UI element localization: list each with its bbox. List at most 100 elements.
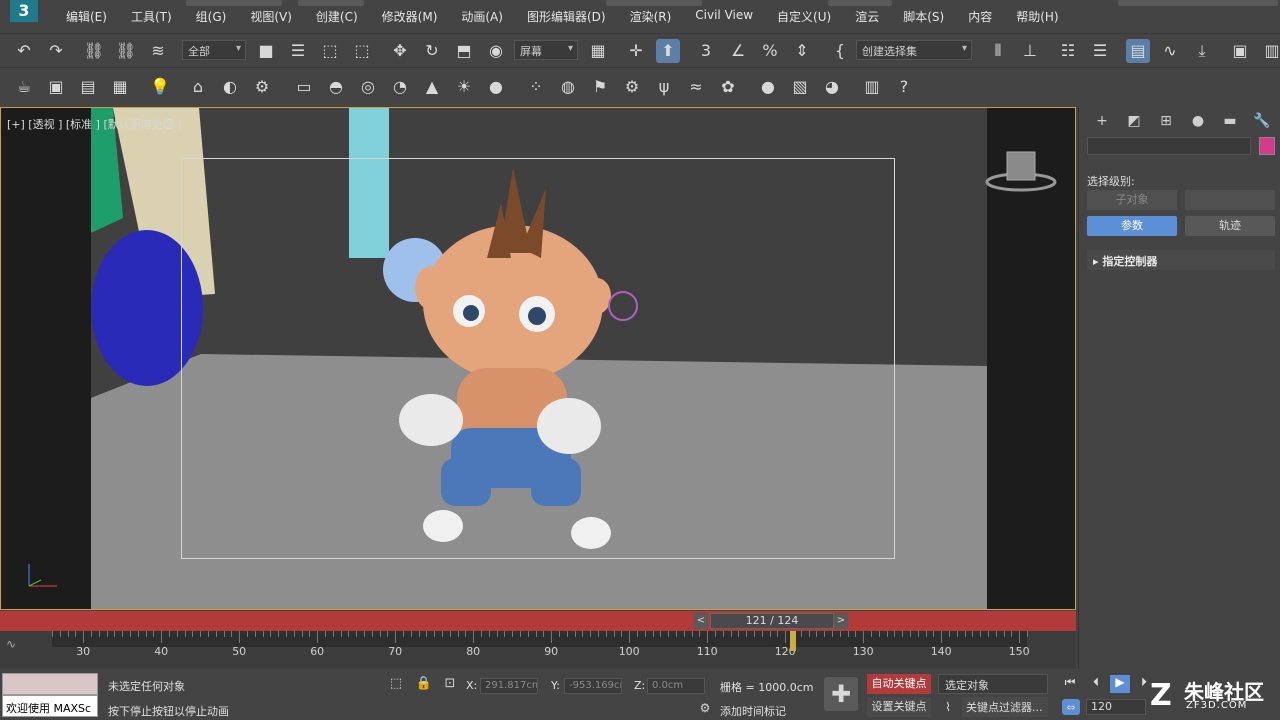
render-frame-icon[interactable]: ▣ bbox=[44, 75, 68, 99]
y-coordinate-field[interactable]: -953.169cm bbox=[564, 678, 622, 694]
object-name-field[interactable] bbox=[1087, 137, 1251, 155]
move-icon[interactable]: ✥ bbox=[388, 39, 412, 63]
menu-item[interactable]: 编辑(E) bbox=[54, 8, 119, 25]
teapot-icon[interactable]: ☕ bbox=[12, 75, 36, 99]
track-bar[interactable]: ∿ 30 40 50 60 70 80 90 100 110 120 130 140 150 bbox=[0, 631, 1076, 669]
menu-item[interactable]: 渲染(R) bbox=[618, 8, 684, 25]
mini-curve-editor-icon[interactable]: ∿ bbox=[6, 637, 32, 659]
select-object-icon[interactable]: ■ bbox=[254, 39, 278, 63]
viewport-label[interactable]: [+] [透视 ] [标准 ] [默认明暗处理 ] bbox=[7, 116, 182, 132]
absolute-mode-icon[interactable]: ⊡ bbox=[440, 673, 460, 693]
align-icon[interactable]: ⊥ bbox=[1018, 39, 1042, 63]
angle-snap-icon[interactable]: ∠ bbox=[726, 39, 750, 63]
render-setup-icon[interactable]: ▥ bbox=[1260, 39, 1280, 63]
camera-icon[interactable]: ⌂ bbox=[186, 75, 210, 99]
sphere-blue-icon[interactable]: ◕ bbox=[820, 75, 844, 99]
assign-controller-rollout[interactable]: ▸ 指定控制器 bbox=[1087, 250, 1275, 270]
current-frame-marker[interactable] bbox=[790, 631, 796, 651]
maxscript-listener[interactable] bbox=[2, 673, 98, 695]
material-slot-icon[interactable]: ▧ bbox=[788, 75, 812, 99]
menu-item[interactable]: 工具(T) bbox=[119, 8, 184, 25]
mirror-icon[interactable]: ⫴ bbox=[986, 39, 1010, 63]
light-icon[interactable]: 💡 bbox=[148, 75, 172, 99]
menu-item[interactable]: 组(G) bbox=[184, 8, 239, 25]
prev-frame-button[interactable]: < bbox=[694, 613, 708, 629]
grass-icon[interactable]: ψ bbox=[652, 75, 676, 99]
unlink-icon[interactable]: ⛓ bbox=[114, 39, 138, 63]
z-coordinate-field[interactable]: 0.0cm bbox=[647, 678, 705, 694]
object-color-swatch[interactable] bbox=[1259, 137, 1275, 155]
utilities-tab-icon[interactable]: 🔧 bbox=[1251, 113, 1273, 133]
menu-item[interactable]: 创建(C) bbox=[304, 8, 370, 25]
trajectory-button[interactable]: 轨迹 bbox=[1185, 216, 1275, 236]
redo-icon[interactable]: ↷ bbox=[44, 39, 68, 63]
viewcube-icon[interactable] bbox=[984, 146, 1058, 196]
help-icon[interactable]: ? bbox=[892, 75, 916, 99]
key-mode-toggle-icon[interactable]: ⇔ bbox=[1062, 699, 1080, 715]
sun-icon[interactable]: ☀ bbox=[452, 75, 476, 99]
auto-key-button[interactable]: 自动关键点 bbox=[867, 674, 931, 694]
scene-explorer-icon[interactable]: ▤ bbox=[1126, 39, 1150, 63]
cone-icon[interactable]: ▲ bbox=[420, 75, 444, 99]
key-selection-dropdown[interactable]: 选定对象 bbox=[938, 674, 1048, 694]
goto-start-icon[interactable]: ⏮ bbox=[1060, 675, 1080, 693]
snap-toggle-icon[interactable]: 3 bbox=[694, 39, 718, 63]
pivot-center-icon[interactable]: ▦ bbox=[586, 39, 610, 63]
lock-selection-icon[interactable]: 🔒 bbox=[414, 673, 434, 693]
set-key-big-icon[interactable]: ✚ bbox=[824, 677, 858, 711]
menu-item[interactable]: Civil View bbox=[683, 8, 765, 25]
lathe-icon[interactable]: ◔ bbox=[388, 75, 412, 99]
key-filters-button[interactable]: 关键点过滤器... bbox=[962, 697, 1048, 717]
physics-icon[interactable]: ◍ bbox=[556, 75, 580, 99]
perspective-viewport[interactable]: [+] [透视 ] [标准 ] [默认明暗处理 ] bbox=[0, 107, 1076, 610]
window-tab[interactable] bbox=[298, 0, 364, 6]
menu-item[interactable]: 自定义(U) bbox=[765, 8, 843, 25]
ref-coord-dropdown[interactable]: 屏幕 bbox=[514, 40, 578, 60]
bind-spacewarp-icon[interactable]: ≋ bbox=[146, 39, 170, 63]
named-selection-dropdown[interactable]: 创建选择集 bbox=[856, 40, 972, 60]
disc-icon[interactable]: ◎ bbox=[356, 75, 380, 99]
video-post-icon[interactable]: ⚙ bbox=[250, 75, 274, 99]
keyboard-shortcut-toggle-icon[interactable]: ⬆ bbox=[656, 39, 680, 63]
material-editor-icon[interactable]: ▣ bbox=[1228, 39, 1252, 63]
menu-item[interactable]: 动画(A) bbox=[449, 8, 515, 25]
menu-item[interactable]: 帮助(H) bbox=[1004, 8, 1070, 25]
window-tab[interactable] bbox=[1118, 0, 1278, 6]
menu-item[interactable]: 脚本(S) bbox=[891, 8, 956, 25]
sub-object-dropdown[interactable] bbox=[1185, 190, 1275, 210]
selection-filter-dropdown[interactable]: 全部 bbox=[182, 40, 246, 60]
x-coordinate-field[interactable]: 291.817cm bbox=[480, 678, 538, 694]
layer-explorer-icon[interactable]: ☷ bbox=[1056, 39, 1080, 63]
window-tab[interactable] bbox=[186, 0, 282, 6]
force-icon[interactable]: ⚑ bbox=[588, 75, 612, 99]
time-tag-icon[interactable]: ⚙ bbox=[696, 699, 714, 717]
frame-counter[interactable]: 121 / 124 bbox=[710, 613, 834, 629]
window-tab[interactable] bbox=[606, 0, 702, 6]
plane-icon[interactable]: ▭ bbox=[292, 75, 316, 99]
sub-object-button[interactable]: 子对象 bbox=[1087, 190, 1177, 210]
undo-icon[interactable]: ↶ bbox=[12, 39, 36, 63]
hierarchy-tab-icon[interactable]: ⊞ bbox=[1155, 113, 1177, 133]
hemisphere-icon[interactable]: ◓ bbox=[324, 75, 348, 99]
link-icon[interactable]: ⛓ bbox=[82, 39, 106, 63]
display-tab-icon[interactable]: ▬ bbox=[1219, 113, 1241, 133]
menu-item[interactable]: 视图(V) bbox=[238, 8, 304, 25]
edit-named-selection-icon[interactable]: { bbox=[828, 39, 852, 63]
menu-item[interactable]: 内容 bbox=[956, 8, 1004, 25]
cloth-icon[interactable]: ✿ bbox=[716, 75, 740, 99]
asset-browser-icon[interactable]: ▥ bbox=[860, 75, 884, 99]
gear-icon[interactable]: ⚙ bbox=[620, 75, 644, 99]
schematic-view-icon[interactable]: ⤓ bbox=[1190, 39, 1214, 63]
parameters-button[interactable]: 参数 bbox=[1087, 216, 1177, 236]
set-key-button[interactable]: 设置关键点 bbox=[867, 697, 931, 717]
hair-fur-icon[interactable]: ≈ bbox=[684, 75, 708, 99]
default-tangent-icon[interactable]: ⌇ bbox=[938, 697, 958, 717]
rect-selection-icon[interactable]: ⬚ bbox=[318, 39, 342, 63]
percent-snap-icon[interactable]: % bbox=[758, 39, 782, 63]
motion-tab-icon[interactable]: ● bbox=[1187, 113, 1209, 133]
menu-item[interactable]: 修改器(M) bbox=[370, 8, 450, 25]
maxscript-welcome[interactable]: 欢迎使用 MAXSc bbox=[2, 695, 98, 717]
window-crossing-icon[interactable]: ⬚ bbox=[350, 39, 374, 63]
curve-editor-icon[interactable]: ∿ bbox=[1158, 39, 1182, 63]
scale-icon[interactable]: ⬒ bbox=[452, 39, 476, 63]
